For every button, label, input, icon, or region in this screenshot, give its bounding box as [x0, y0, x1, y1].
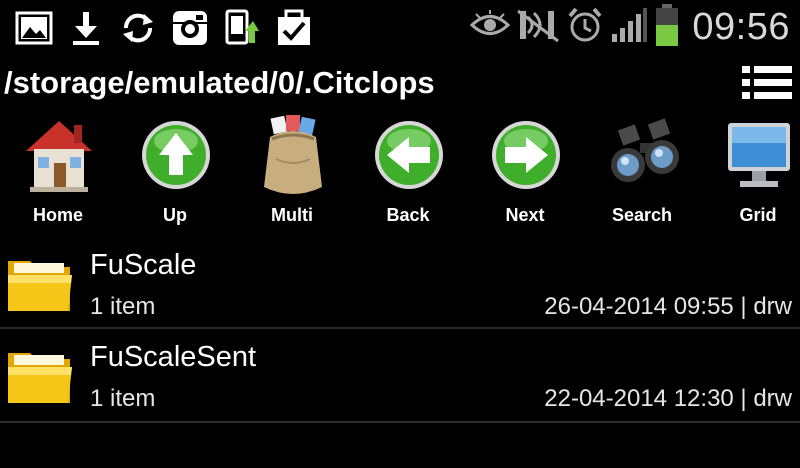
multi-label: Multi — [271, 205, 313, 225]
status-bar: 09:56 — [0, 0, 800, 55]
eye-icon — [470, 10, 511, 45]
grid-button[interactable]: Grid — [708, 113, 800, 235]
home-icon — [26, 121, 92, 192]
grid-label: Grid — [739, 205, 777, 225]
up-label: Up — [163, 205, 187, 225]
file-meta: 22-04-2014 12:30 | drw — [544, 385, 792, 412]
download-icon — [60, 6, 112, 50]
path-bar: /storage/emulated/0/.Citclops — [0, 55, 800, 113]
arrow-up-icon — [142, 121, 210, 189]
file-name: FuScaleSent — [90, 341, 257, 373]
toolbar: Home Up Multi Back Next Search Grid — [0, 113, 800, 235]
multi-sack-icon — [264, 115, 322, 194]
file-meta: 26-04-2014 09:55 | drw — [544, 293, 792, 320]
divider — [0, 421, 800, 423]
notification-icons — [8, 6, 320, 50]
battery-icon — [654, 3, 680, 52]
device-update-icon — [216, 6, 268, 50]
next-label: Next — [505, 205, 545, 225]
clipboard-check-icon — [268, 6, 320, 50]
divider — [0, 327, 800, 329]
home-button[interactable]: Home — [8, 113, 108, 235]
sync-icon — [112, 6, 164, 50]
file-count: 1 item — [90, 293, 156, 320]
current-path[interactable]: /storage/emulated/0/.Citclops — [4, 65, 435, 101]
list-menu-button[interactable] — [740, 63, 794, 103]
binoculars-icon — [611, 118, 679, 182]
list-menu-icon — [742, 66, 792, 99]
search-label: Search — [611, 205, 673, 225]
mute-icon — [516, 7, 560, 48]
folder-icon — [6, 345, 74, 412]
next-button[interactable]: Next — [475, 113, 575, 235]
monitor-icon — [728, 123, 790, 187]
back-label: Back — [386, 205, 430, 225]
alarm-icon — [566, 6, 604, 49]
list-item[interactable]: FuScaleSent 1 item 22-04-2014 12:30 | dr… — [0, 331, 800, 423]
arrow-left-icon — [375, 121, 443, 189]
instagram-icon — [164, 6, 216, 50]
list-item[interactable]: FuScale 1 item 26-04-2014 09:55 | drw — [0, 239, 800, 331]
system-icons: 09:56 — [470, 0, 790, 55]
home-label: Home — [32, 205, 83, 225]
signal-icon — [610, 6, 648, 49]
back-button[interactable]: Back — [358, 113, 458, 235]
folder-icon — [6, 253, 74, 320]
clock: 09:56 — [692, 6, 790, 48]
gallery-icon — [8, 6, 60, 50]
multi-button[interactable]: Multi — [242, 113, 342, 235]
file-name: FuScale — [90, 249, 197, 281]
search-button[interactable]: Search — [592, 113, 692, 235]
up-button[interactable]: Up — [125, 113, 225, 235]
arrow-right-icon — [492, 121, 560, 189]
file-count: 1 item — [90, 385, 156, 412]
